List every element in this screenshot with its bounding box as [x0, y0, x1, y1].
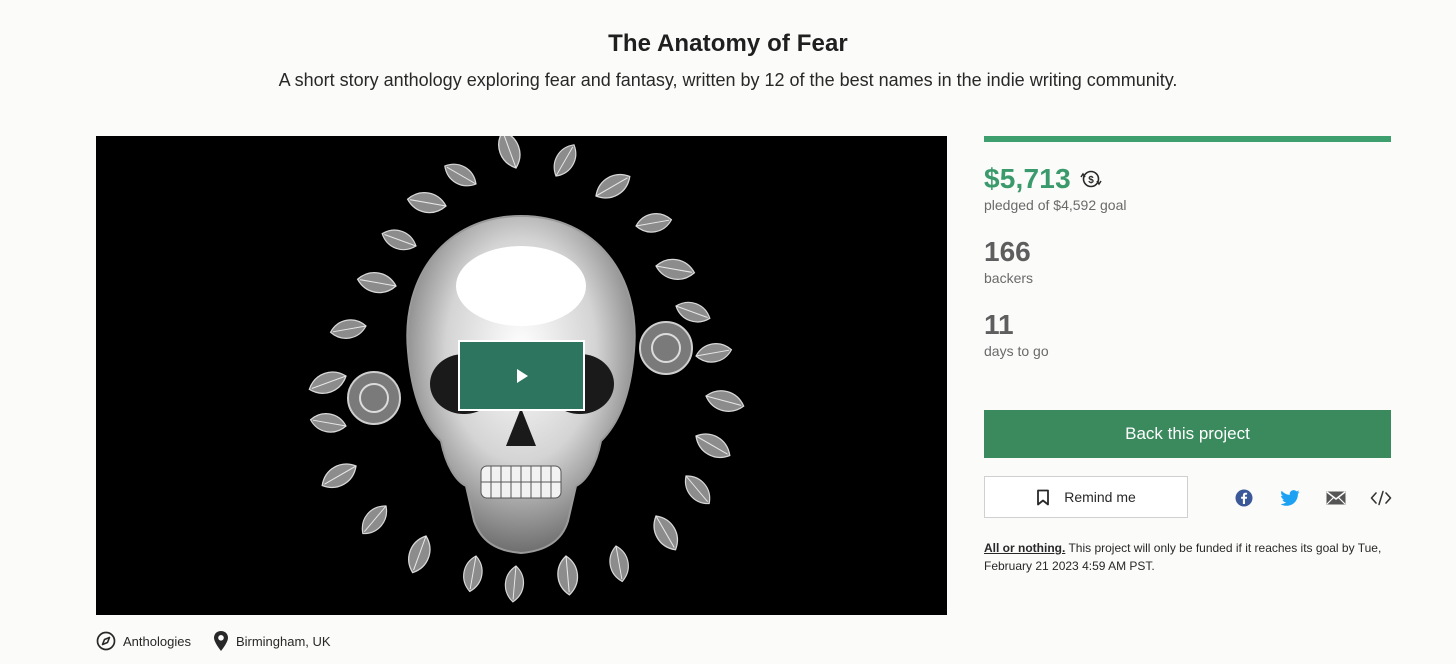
funding-note: All or nothing. This project will only b… [984, 539, 1391, 575]
category-link[interactable]: Anthologies [96, 631, 191, 651]
backers-count: 166 [984, 236, 1031, 267]
location-label: Birmingham, UK [235, 633, 331, 649]
pledged-amount: $5,713 [984, 163, 1071, 194]
project-header: The Anatomy of Fear A short story anthol… [0, 30, 1456, 91]
svg-text:$: $ [1088, 175, 1094, 186]
funding-progress-bar [984, 136, 1391, 142]
days-count: 11 [984, 309, 1014, 340]
back-project-button[interactable]: Back this project [984, 410, 1391, 458]
facebook-icon [1235, 489, 1253, 507]
pledged-goal-label: pledged of $4,592 goal [984, 197, 1127, 213]
location-link[interactable]: Birmingham, UK [213, 630, 331, 652]
play-button[interactable] [458, 340, 585, 411]
embed-icon [1370, 490, 1392, 506]
remind-me-button[interactable]: Remind me [984, 476, 1188, 518]
category-label: Anthologies [123, 633, 191, 649]
project-title: The Anatomy of Fear [608, 30, 848, 57]
share-twitter-button[interactable] [1278, 486, 1302, 510]
days-label: days to go [984, 343, 1049, 359]
rose-left [347, 371, 401, 425]
project-meta: Anthologies Birmingham, UK [96, 630, 353, 652]
rose-right [639, 321, 693, 375]
project-subtitle: A short story anthology exploring fear a… [278, 70, 1178, 90]
remind-me-label: Remind me [1064, 489, 1136, 505]
bookmark-icon [1037, 489, 1050, 505]
compass-icon [96, 631, 116, 651]
days-stat: 11 days to go [984, 309, 1391, 359]
currency-conversion-icon[interactable]: $ [1079, 168, 1103, 190]
map-pin-icon [213, 631, 228, 651]
embed-button[interactable] [1369, 486, 1393, 510]
share-facebook-button[interactable] [1232, 486, 1256, 510]
backers-stat: 166 backers [984, 236, 1391, 286]
backers-label: backers [984, 270, 1034, 286]
pledged-row: $5,713 $ [984, 163, 1391, 195]
funding-sidebar: $5,713 $ pledged of $4,592 goal 166 back… [984, 136, 1392, 573]
twitter-icon [1280, 490, 1299, 506]
all-or-nothing-link[interactable]: All or nothing. [984, 541, 1065, 555]
share-email-button[interactable] [1324, 486, 1348, 510]
email-icon [1326, 491, 1346, 505]
funding-progress-fill [984, 136, 1391, 142]
play-icon [516, 368, 528, 383]
